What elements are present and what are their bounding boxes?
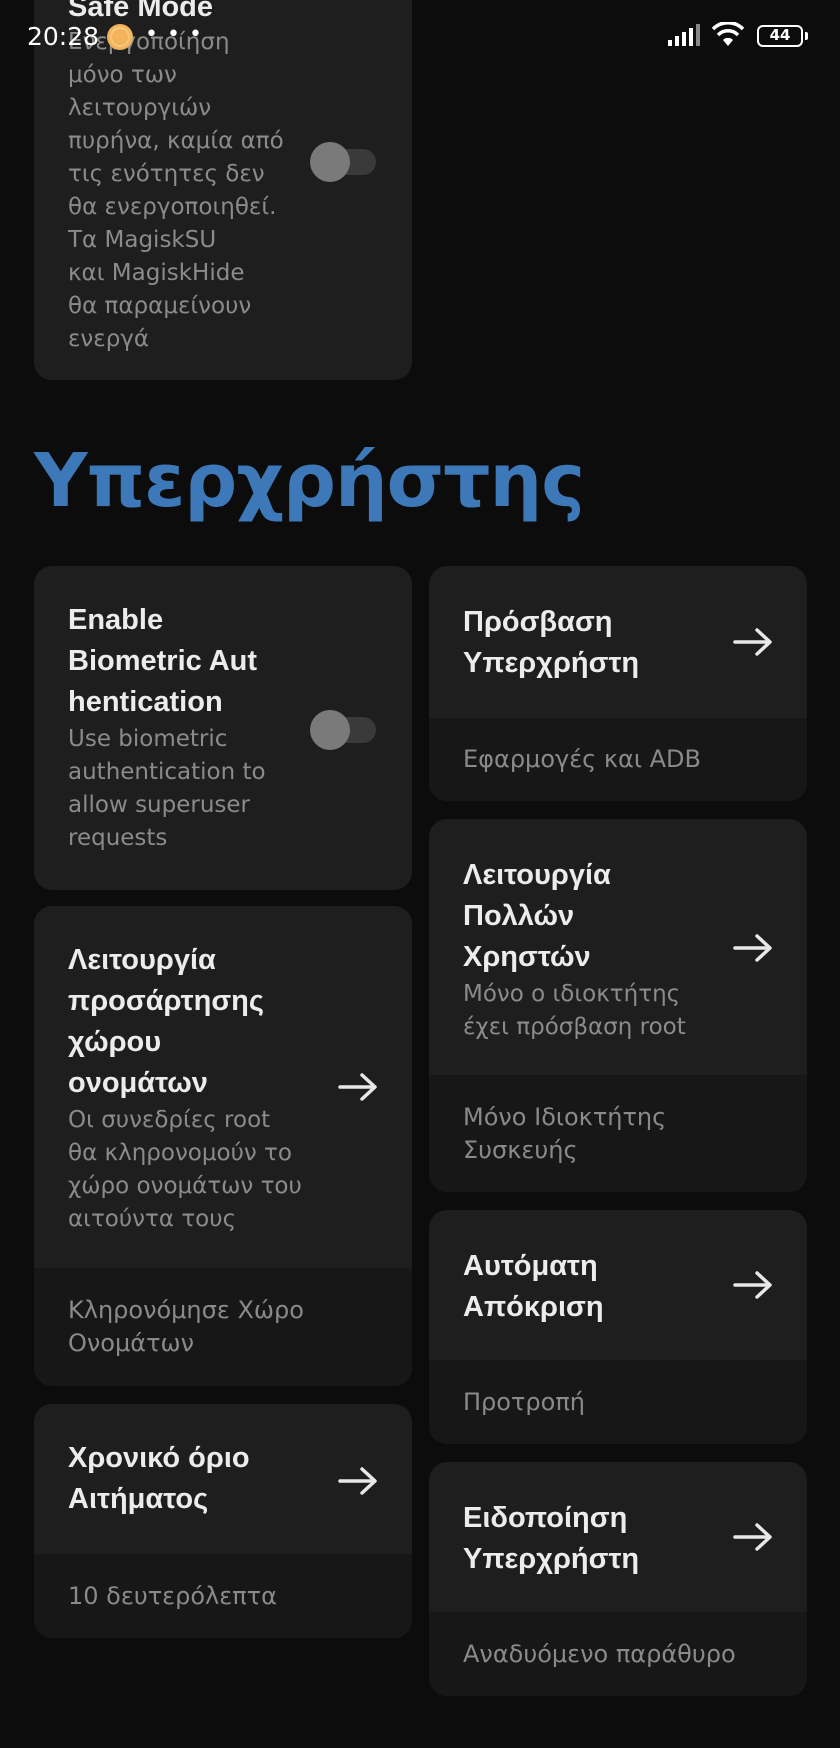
superuser-access-title: Πρόσβαση Υπερχρήστη	[463, 606, 640, 679]
wifi-icon	[712, 22, 744, 46]
request-timeout-card[interactable]: Χρονικό όριο Αιτήματος 10 δευτερόλεπτα	[34, 1404, 412, 1638]
arrow-right-icon	[733, 628, 772, 656]
arrow-right-icon	[338, 1073, 377, 1101]
multiuser-mode-card[interactable]: Λειτουργία Πολλών Χρηστών Μόνο ο ιδιοκτή…	[429, 819, 807, 1192]
biometric-card[interactable]: Enable Biometric Aut hentication Use bio…	[34, 566, 412, 890]
arrow-right-icon	[733, 1271, 772, 1299]
biometric-title: Enable Biometric Aut hentication	[68, 604, 258, 718]
arrow-right-icon	[733, 1523, 772, 1551]
superuser-access-card[interactable]: Πρόσβαση Υπερχρήστη Εφαρμογές και ADB	[429, 566, 807, 801]
safe-mode-description: Ενεργοποίηση μόνο των λειτουργιών πυρήνα…	[68, 29, 284, 352]
multiuser-mode-description: Μόνο ο ιδιοκτήτης έχει πρόσβαση root	[463, 981, 686, 1040]
battery-icon: 44	[757, 25, 808, 47]
auto-response-value: Προτροπή	[429, 1360, 807, 1444]
notification-icon	[107, 24, 133, 50]
more-notifications-icon: • • •	[145, 22, 203, 47]
superuser-notification-title: Ειδοποίηση Υπερχρήστη	[463, 1502, 640, 1575]
request-timeout-value: 10 δευτερόλεπτα	[34, 1554, 412, 1638]
multiuser-mode-title: Λειτουργία Πολλών Χρηστών	[463, 859, 611, 973]
mount-namespace-title: Λειτουργία προσάρτησης χώρου ονομάτων	[68, 944, 264, 1099]
superuser-notification-card[interactable]: Ειδοποίηση Υπερχρήστη Αναδυόμενο παράθυρ…	[429, 1462, 807, 1696]
status-bar: 20:28 • • • 44	[0, 0, 840, 72]
arrow-right-icon	[733, 934, 772, 962]
signal-icon	[668, 24, 700, 46]
request-timeout-title: Χρονικό όριο Αιτήματος	[68, 1442, 250, 1515]
mount-namespace-card[interactable]: Λειτουργία προσάρτησης χώρου ονομάτων Οι…	[34, 906, 412, 1386]
superuser-access-value: Εφαρμογές και ADB	[429, 718, 807, 801]
section-title: Υπερχρήστης	[34, 438, 585, 524]
arrow-right-icon	[338, 1467, 377, 1495]
auto-response-card[interactable]: Αυτόματη Απόκριση Προτροπή	[429, 1210, 807, 1444]
biometric-toggle[interactable]	[310, 710, 376, 750]
safe-mode-toggle[interactable]	[310, 142, 376, 182]
mount-namespace-value: Κληρονόμησε Χώρο Ονομάτων	[34, 1268, 412, 1386]
superuser-notification-value: Αναδυόμενο παράθυρο	[429, 1612, 807, 1696]
multiuser-mode-value: Μόνο Ιδιοκτήτης Συσκευής	[429, 1075, 807, 1192]
auto-response-title: Αυτόματη Απόκριση	[463, 1250, 604, 1323]
status-time: 20:28	[27, 22, 100, 51]
mount-namespace-description: Οι συνεδρίες root θα κληρονομούν το χώρο…	[68, 1107, 302, 1232]
